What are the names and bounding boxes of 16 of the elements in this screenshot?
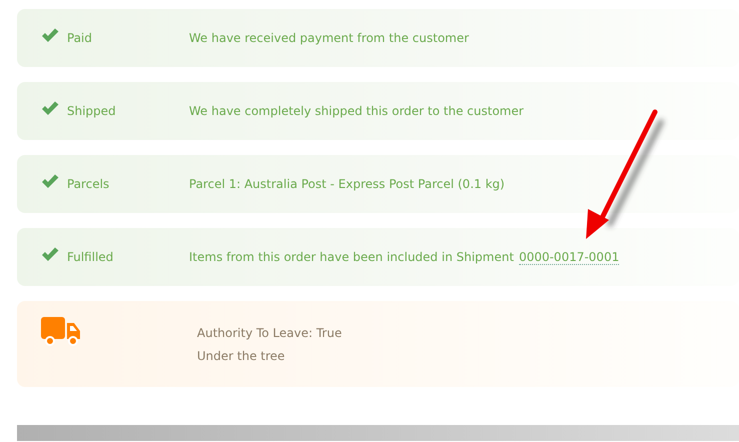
status-label: Fulfilled bbox=[66, 250, 114, 264]
check-icon bbox=[41, 28, 59, 42]
check-icon bbox=[41, 174, 59, 188]
status-label: Shipped bbox=[66, 104, 117, 118]
check-icon bbox=[41, 100, 59, 116]
truck-icon bbox=[41, 317, 81, 346]
status-message: Parcel 1: Australia Post - Express Post Parcel (0.1 kg) bbox=[189, 177, 505, 191]
status-message: We have received payment from the customer bbox=[189, 31, 469, 45]
status-label: Parcels bbox=[66, 177, 110, 191]
shipment-link[interactable]: 0000-0017-0001 bbox=[518, 250, 620, 264]
note-line: Authority To Leave: True bbox=[197, 326, 342, 340]
status-label: Paid bbox=[66, 31, 94, 45]
note-line: Under the tree bbox=[197, 349, 286, 363]
check-icon bbox=[41, 246, 59, 262]
status-message: Items from this order have been included in Shipment bbox=[189, 250, 514, 264]
status-message: We have completely shipped this order to the customer bbox=[189, 104, 524, 118]
